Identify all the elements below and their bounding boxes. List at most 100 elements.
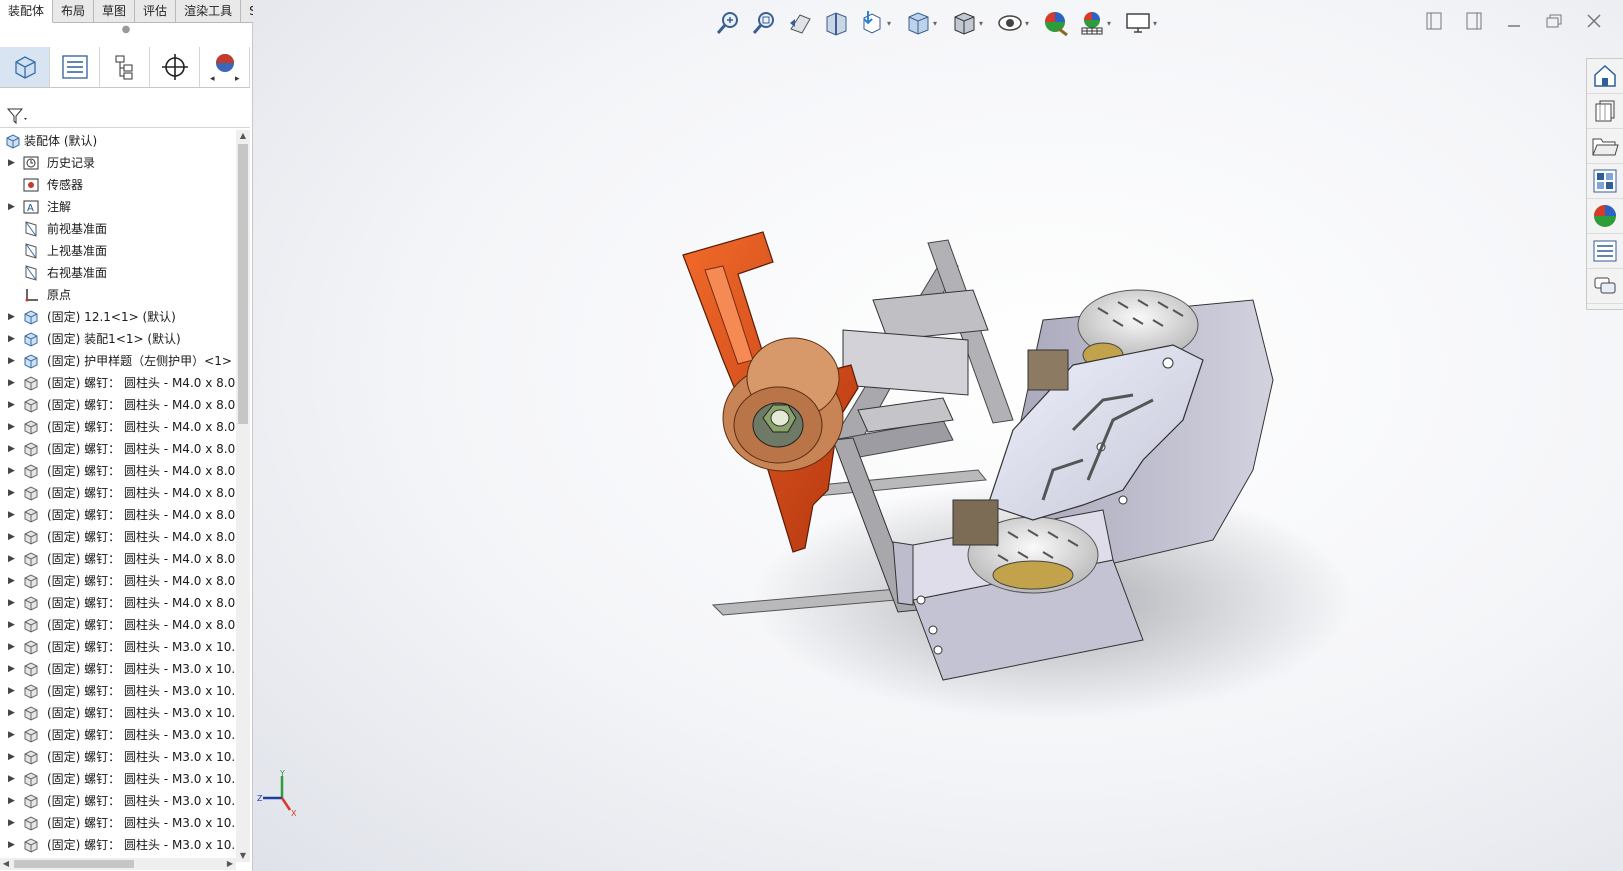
expand-arrow-icon[interactable]: ▶ <box>8 636 16 658</box>
tree-item-label: 前视基准面 <box>47 222 108 236</box>
scroll-thumb[interactable] <box>238 144 248 424</box>
appearances-tab[interactable]: ◂ ▸ <box>200 47 250 87</box>
tree-item[interactable]: ▶ (固定) 螺钉： 圆柱头 - M4.0 x 8.0 <box>0 548 236 570</box>
tree-item[interactable]: ▶ (固定) 螺钉： 圆柱头 - M3.0 x 10. <box>0 658 236 680</box>
expand-arrow-icon[interactable]: ▶ <box>8 460 16 482</box>
tab-1[interactable]: 布局 <box>53 0 95 22</box>
expand-arrow-icon[interactable]: ▶ <box>8 350 16 372</box>
expand-arrow-icon[interactable]: ▶ <box>8 680 16 702</box>
expand-arrow-icon[interactable]: ▶ <box>8 152 16 174</box>
screw-part-icon <box>22 705 40 721</box>
scroll-right-icon[interactable]: ▶ <box>224 858 236 870</box>
expand-arrow-icon[interactable]: ▶ <box>8 394 16 416</box>
tree-item-label: (固定) 螺钉： 圆柱头 - M4.0 x 8.0 <box>47 420 236 434</box>
tree-item[interactable]: ▶ (固定) 螺钉： 圆柱头 - M3.0 x 10. <box>0 724 236 746</box>
graphics-area[interactable]: ▾ ▾ ▾ ▾ ▾ ▾ Y Z X <box>253 0 1623 871</box>
expand-arrow-icon[interactable]: ▶ <box>8 482 16 504</box>
configuration-manager-tab[interactable] <box>100 47 150 87</box>
tree-item[interactable]: ▶ (固定) 螺钉： 圆柱头 - M3.0 x 10. <box>0 702 236 724</box>
tree-item[interactable]: ▶ (固定) 螺钉： 圆柱头 - M3.0 x 10. <box>0 746 236 768</box>
tree-item[interactable]: ▶ (固定) 12.1<1> (默认) <box>0 306 236 328</box>
tree-item[interactable]: ▶ (固定) 护甲样题（左侧护甲）<1> ( <box>0 350 236 372</box>
expand-arrow-icon[interactable]: ▶ <box>8 658 16 680</box>
screw-part-icon <box>22 573 40 589</box>
tree-item[interactable]: ▶ (固定) 螺钉： 圆柱头 - M4.0 x 8.0 <box>0 482 236 504</box>
expand-arrow-icon[interactable]: ▶ <box>8 768 16 790</box>
tree-item[interactable]: ▶ (固定) 螺钉： 圆柱头 - M4.0 x 8.0 <box>0 592 236 614</box>
expand-arrow-icon[interactable]: ▶ <box>8 438 16 460</box>
tree-item-label: (固定) 螺钉： 圆柱头 - M4.0 x 8.0 <box>47 618 236 632</box>
screw-part-icon <box>22 727 40 743</box>
tree-item[interactable]: ▶ (固定) 螺钉： 圆柱头 - M3.0 x 10. <box>0 768 236 790</box>
expand-arrow-icon[interactable]: ▶ <box>8 504 16 526</box>
tree-item[interactable]: ▶ (固定) 螺钉： 圆柱头 - M4.0 x 8.0 <box>0 416 236 438</box>
tree-item[interactable]: ▶ (固定) 螺钉： 圆柱头 - M4.0 x 8.0 <box>0 526 236 548</box>
tree-item[interactable]: ▶ (固定) 螺钉： 圆柱头 - M4.0 x 8.0 <box>0 394 236 416</box>
tree-item[interactable]: 前视基准面 <box>0 218 236 240</box>
expand-arrow-icon[interactable]: ▶ <box>8 196 16 218</box>
tab-2[interactable]: 草图 <box>94 0 136 22</box>
tree-item[interactable]: ▶ (固定) 螺钉： 圆柱头 - M4.0 x 8.0 <box>0 614 236 636</box>
tree-item[interactable]: ▶ (固定) 螺钉： 圆柱头 - M3.0 x 10. <box>0 834 236 856</box>
expand-arrow-icon[interactable]: ▶ <box>8 526 16 548</box>
tree-horizontal-scrollbar[interactable]: ◀ ▶ <box>0 858 236 870</box>
tree-item[interactable]: ▶ 历史记录 <box>0 152 236 174</box>
subassembly-icon <box>22 309 40 325</box>
expand-arrow-icon[interactable]: ▶ <box>8 372 16 394</box>
tree-item[interactable]: 原点 <box>0 284 236 306</box>
expand-arrow-icon[interactable]: ▶ <box>8 834 16 856</box>
property-manager-tab[interactable] <box>50 47 100 87</box>
expand-arrow-icon[interactable]: ▶ <box>8 592 16 614</box>
expand-arrow-icon[interactable]: ▶ <box>8 724 16 746</box>
tree-item[interactable]: 右视基准面 <box>0 262 236 284</box>
feature-manager-tab[interactable] <box>0 47 50 87</box>
tab-3[interactable]: 评估 <box>135 0 177 22</box>
tree-item-label: 上视基准面 <box>47 244 108 258</box>
tree-vertical-scrollbar[interactable]: ▲ ▼ <box>236 130 250 862</box>
expand-arrow-icon[interactable]: ▶ <box>8 416 16 438</box>
expand-arrow-icon[interactable]: ▶ <box>8 746 16 768</box>
screw-part-icon <box>22 485 40 501</box>
tree-item[interactable]: ▶ (固定) 螺钉： 圆柱头 - M4.0 x 8.0 <box>0 438 236 460</box>
panel-grip[interactable]: ● <box>0 23 252 39</box>
tree-item[interactable]: 上视基准面 <box>0 240 236 262</box>
expand-arrow-icon[interactable]: ▶ <box>8 614 16 636</box>
svg-text:◂: ◂ <box>210 74 215 84</box>
tree-item-label: (固定) 螺钉： 圆柱头 - M4.0 x 8.0 <box>47 398 236 412</box>
tree-filter[interactable] <box>0 105 250 128</box>
tab-0[interactable]: 装配体 <box>0 0 54 23</box>
scroll-left-icon[interactable]: ◀ <box>0 858 12 870</box>
expand-arrow-icon[interactable]: ▶ <box>8 306 16 328</box>
expand-arrow-icon[interactable]: ▶ <box>8 570 16 592</box>
tree-item[interactable]: ▶ (固定) 装配1<1> (默认) <box>0 328 236 350</box>
tree-item[interactable]: ▶ (固定) 螺钉： 圆柱头 - M3.0 x 10. <box>0 790 236 812</box>
screw-part-icon <box>22 441 40 457</box>
expand-arrow-icon[interactable]: ▶ <box>8 548 16 570</box>
tree-root-assembly[interactable]: 装配体 (默认) <box>0 130 236 152</box>
tree-item-label: (固定) 12.1<1> (默认) <box>47 310 176 324</box>
tab-4[interactable]: 渲染工具 <box>176 0 242 22</box>
screw-part-icon <box>22 617 40 633</box>
tree-item-label: (固定) 螺钉： 圆柱头 - M4.0 x 8.0 <box>47 486 236 500</box>
expand-arrow-icon[interactable]: ▶ <box>8 812 16 834</box>
tree-item[interactable]: ▶ (固定) 螺钉： 圆柱头 - M4.0 x 8.0 <box>0 372 236 394</box>
expand-arrow-icon[interactable]: ▶ <box>8 702 16 724</box>
expand-arrow-icon[interactable]: ▶ <box>8 790 16 812</box>
dimxpert-tab[interactable] <box>150 47 200 87</box>
expand-arrow-icon[interactable]: ▶ <box>8 328 16 350</box>
tree-item[interactable]: ▶ (固定) 螺钉： 圆柱头 - M4.0 x 8.0 <box>0 504 236 526</box>
scroll-down-icon[interactable]: ▼ <box>236 850 250 862</box>
tree-item[interactable]: ▶ (固定) 螺钉： 圆柱头 - M4.0 x 8.0 <box>0 460 236 482</box>
tree-item[interactable]: ▶ (固定) 螺钉： 圆柱头 - M3.0 x 10. <box>0 812 236 834</box>
screw-part-icon <box>22 375 40 391</box>
screw-part-icon <box>22 639 40 655</box>
tree-item[interactable]: ▶ (固定) 螺钉： 圆柱头 - M4.0 x 8.0 <box>0 570 236 592</box>
tree-item[interactable]: ▶ A 注解 <box>0 196 236 218</box>
tree-item[interactable]: ▶ (固定) 螺钉： 圆柱头 - M3.0 x 10. <box>0 680 236 702</box>
robot-assembly-model[interactable] <box>253 0 1623 871</box>
tree-item[interactable]: ▶ (固定) 螺钉： 圆柱头 - M3.0 x 10. <box>0 636 236 658</box>
sensor-icon <box>22 177 40 193</box>
scroll-thumb-horizontal[interactable] <box>14 860 134 868</box>
tree-item[interactable]: 传感器 <box>0 174 236 196</box>
scroll-up-icon[interactable]: ▲ <box>236 130 250 142</box>
